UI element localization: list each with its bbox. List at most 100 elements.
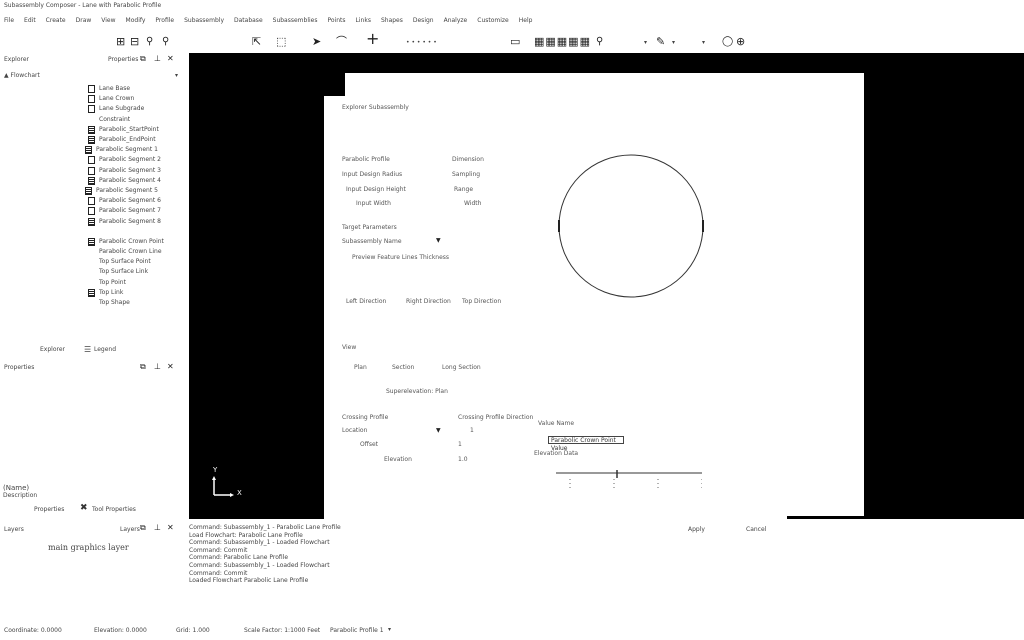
tab-explorer[interactable]: Explorer (40, 346, 65, 353)
status-layout[interactable]: Parabolic Profile 1 (330, 627, 384, 634)
apply-button[interactable]: Apply (688, 526, 705, 533)
view-plan[interactable]: Plan (354, 364, 367, 371)
bulb-icon[interactable]: ◯ (722, 36, 733, 48)
tree-item[interactable]: Lane Base (88, 84, 164, 94)
hatch-icons[interactable]: ▦▦▦▦▦ (534, 36, 591, 48)
point-tools[interactable]: • • • • • • (406, 39, 437, 46)
zoom-previous-icon[interactable]: ⚲ (162, 36, 169, 48)
zoom-icon[interactable]: ⚲ (146, 36, 153, 48)
dropdown-arrow-icon-2[interactable]: ▾ (672, 39, 675, 46)
tree-item[interactable]: Top Point (88, 278, 164, 288)
dropdown-arrow-icon[interactable]: ▾ (644, 39, 647, 46)
tab-tool-properties[interactable]: Tool Properties (92, 506, 136, 513)
tree-item[interactable]: Parabolic Segment 1 (85, 145, 164, 155)
tab-properties[interactable]: Properties (34, 506, 64, 513)
select-arrow-icon[interactable]: ⇱ (252, 36, 261, 48)
layout-dropdown-icon[interactable]: ▾ (388, 626, 391, 633)
render-icon[interactable]: ⊕ (736, 36, 745, 48)
tree-item[interactable]: Parabolic Segment 5 (85, 186, 164, 196)
lower-right-3[interactable]: 1.0 (458, 456, 468, 463)
explorer-tab-properties[interactable]: Properties (108, 56, 138, 65)
arc-icon[interactable]: ⌒ (336, 36, 347, 48)
close-icon[interactable]: ✕ (167, 54, 174, 63)
pin-icon-2[interactable]: ⊥ (154, 362, 161, 371)
tree-item[interactable] (88, 227, 164, 237)
param-value-2[interactable]: Sampling (452, 171, 480, 178)
zoom-extents-icon[interactable]: ⊞ (116, 36, 125, 48)
rectangle-icon[interactable]: ▭ (510, 36, 520, 48)
menu-points[interactable]: Points (328, 17, 346, 27)
selected-value-field[interactable]: Parabolic Crown Point Value (548, 436, 624, 452)
tree-item[interactable]: Parabolic Segment 6 (88, 196, 164, 206)
crosshair-icon[interactable]: + (366, 31, 379, 47)
float-panel-icon-3[interactable]: ⧉ (140, 523, 146, 533)
param-value-4[interactable]: Width (464, 200, 481, 207)
tree-item[interactable]: Parabolic Crown Line (88, 247, 164, 257)
menu-links[interactable]: Links (356, 17, 371, 27)
tree-item[interactable]: Parabolic_StartPoint (88, 125, 164, 135)
tree-item[interactable]: Constraint (88, 115, 164, 125)
menu-subassembly[interactable]: Subassembly (184, 17, 224, 27)
tree-item[interactable]: Lane Crown (88, 94, 164, 104)
layers-tab[interactable]: Layers (120, 526, 140, 533)
menu-draw[interactable]: Draw (76, 17, 92, 27)
menu-shapes[interactable]: Shapes (381, 17, 403, 27)
menu-customize[interactable]: Customize (477, 17, 509, 27)
menu-subassemblies[interactable]: Subassemblies (273, 17, 318, 27)
tree-item[interactable]: Parabolic_EndPoint (88, 135, 164, 145)
pin-icon[interactable]: ⊥ (154, 54, 161, 63)
tree-item[interactable]: Parabolic Crown Point (88, 237, 164, 247)
float-panel-icon-2[interactable]: ⧉ (140, 362, 146, 372)
pin-icon-3[interactable]: ⊥ (154, 523, 161, 532)
tree-item[interactable]: Parabolic Segment 2 (88, 155, 164, 165)
pencil-icon[interactable]: ✎ (656, 36, 665, 48)
tree-item[interactable]: Top Link (88, 288, 164, 298)
history-line: Command: Parabolic Lane Profile (189, 554, 289, 562)
close-icon-2[interactable]: ✕ (167, 362, 174, 371)
tree-item[interactable]: Lane Subgrade (88, 104, 164, 114)
menu-database[interactable]: Database (234, 17, 263, 27)
view-section[interactable]: Section (392, 364, 414, 371)
tree-item[interactable]: Parabolic Segment 7 (88, 206, 164, 216)
lower-right-2[interactable]: 1 (458, 441, 462, 448)
tree-item[interactable]: Top Surface Point (88, 257, 164, 267)
zoom-tool-icon[interactable]: ⚲ (596, 36, 603, 48)
collapse-arrow-icon[interactable]: ▾ (175, 72, 178, 79)
menu-analyze[interactable]: Analyze (444, 17, 468, 27)
dropdown-arrow-icon-3[interactable]: ▾ (702, 39, 705, 46)
tree-item[interactable]: Top Shape (88, 298, 164, 308)
view-long-section[interactable]: Long Section (442, 364, 481, 371)
target-select[interactable]: Subassembly Name (342, 238, 402, 245)
option-left[interactable]: Left Direction (346, 298, 386, 305)
tree-item[interactable]: Top Surface Link (88, 267, 164, 277)
param-value-1[interactable]: Dimension (452, 156, 484, 163)
tab-legend[interactable]: Legend (94, 346, 116, 353)
option-right[interactable]: Right Direction (406, 298, 451, 305)
menu-modify[interactable]: Modify (126, 17, 146, 27)
option-top[interactable]: Top Direction (462, 298, 501, 305)
location-dropdown-icon[interactable]: ▼ (436, 427, 441, 434)
window-select-icon[interactable]: ⬚ (276, 36, 286, 48)
menu-profile[interactable]: Profile (155, 17, 174, 27)
pointer-arrow-icon[interactable]: ➤ (312, 36, 321, 48)
menu-file[interactable]: File (4, 17, 14, 27)
menu-help[interactable]: Help (519, 17, 533, 27)
param-value-3[interactable]: Range (454, 186, 473, 193)
cancel-button[interactable]: Cancel (746, 526, 766, 533)
menu-view[interactable]: View (101, 17, 115, 27)
layer-item[interactable]: main graphics layer (48, 543, 129, 552)
check-options[interactable]: Preview Feature Lines Thickness (352, 254, 449, 261)
close-icon-3[interactable]: ✕ (167, 523, 174, 532)
tree-item[interactable]: Parabolic Segment 8 (88, 216, 164, 226)
tree-item[interactable]: Parabolic Segment 3 (88, 166, 164, 176)
tree-item[interactable]: Parabolic Segment 4 (88, 176, 164, 186)
lower-right-1[interactable]: 1 (470, 427, 474, 434)
menu-create[interactable]: Create (46, 17, 66, 27)
zoom-window-icon[interactable]: ⊟ (130, 36, 139, 48)
float-panel-icon[interactable]: ⧉ (140, 54, 146, 64)
history-line: Command: Subassembly_1 - Parabolic Lane … (189, 524, 341, 531)
target-dropdown-icon[interactable]: ▼ (436, 237, 441, 244)
menu-edit[interactable]: Edit (24, 17, 36, 27)
flowchart-root[interactable]: ▲ Flowchart (4, 72, 40, 79)
menu-design[interactable]: Design (413, 17, 434, 27)
